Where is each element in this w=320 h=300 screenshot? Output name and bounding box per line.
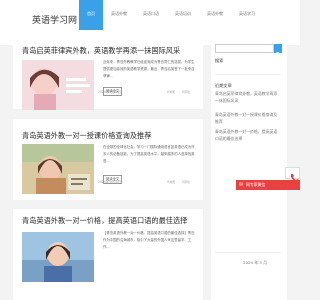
article-date: 2024年5月20日 (98, 90, 122, 94)
article-thumbnail[interactable] (22, 232, 94, 282)
search-input[interactable] (215, 44, 274, 53)
nav-item-foreign-teacher-2[interactable]: 英语外教 (199, 0, 231, 30)
sidebar-divider (215, 74, 281, 75)
wechat-consult-tag[interactable]: ✉ 网专家微信 (236, 180, 300, 190)
nav-item-foreign-teacher[interactable]: 英语外教 (103, 0, 135, 30)
article-comments[interactable]: 0评论 (182, 179, 190, 184)
article-views: 0浏览 (167, 90, 176, 94)
article-title[interactable]: 青岛英语外教一对一价格，提高英语口语的最佳选择 (22, 216, 187, 226)
article-title[interactable]: 青岛英语外教一对一授课价格查询及推荐 (22, 131, 151, 141)
wechat-consult-label: 网专家微信 (246, 182, 266, 187)
nav-item-home[interactable]: 首页 (79, 0, 103, 30)
latest-posts-heading: 近期文章 (215, 83, 232, 88)
article-excerpt: 近年来，青岛外教教学已经逐渐成为青岛同仁的选拔。为学生提供更加高效的英语教学资源… (103, 60, 195, 78)
nav-item-study[interactable]: 英语学习 (231, 0, 263, 30)
article-thumbnail[interactable] (22, 60, 94, 110)
latest-post-link[interactable]: 青岛英语外教一对一价格，提高英语口语的最佳选择 (215, 129, 281, 142)
nav-item-training[interactable]: 英语培训 (167, 0, 199, 30)
main-nav: 首页 英语外教 英语口语 英语培训 英语外教 英语学习 (79, 0, 263, 30)
chat-icon: ✉ (239, 182, 244, 188)
article-date: 2024年5月20日 (98, 180, 122, 184)
article-excerpt: 在全球的全球化社会，学习一门国际通用语言如英语已成为许多人的必备技能。为了提高英… (103, 145, 195, 163)
article-comments[interactable]: 0评论 (182, 89, 190, 94)
phone-contact-tab[interactable] (285, 167, 300, 182)
article-views: 0浏览 (167, 180, 176, 184)
search-icon (275, 51, 281, 57)
nav-item-oral-english[interactable]: 英语口语 (135, 0, 167, 30)
article-card: 青岛启英菲律宾外教，英语教学再添一抹国际风采 近年来，青岛外教教学已经逐渐成为青… (13, 36, 203, 110)
latest-post-link[interactable]: 青岛英语外教一对一授课价格查询及推荐 (215, 112, 281, 125)
article-title[interactable]: 青岛启英菲律宾外教，英语教学再添一抹国际风采 (22, 46, 180, 56)
sidebar-divider (215, 252, 281, 253)
latest-post-link[interactable]: 青岛启英菲律宾外教，英语教学再添一抹国际风采 (215, 91, 281, 104)
sidebar: 搜索 近期文章 青岛启英菲律宾外教，英语教学再添一抹国际风采 青岛英语外教一对一… (211, 36, 287, 300)
archive-link[interactable]: 2024 年 5 月 (215, 260, 267, 267)
article-card: 青岛英语外教一对一价格，提高英语口语的最佳选择 【青岛英语外教一对一价格，提高英… (13, 209, 203, 300)
article-excerpt: 【青岛英语外教一对一价格，提高英语口语的最佳选择】青岛作为中国的沿海城市，吸引了… (103, 231, 195, 249)
site-logo[interactable]: 英语学习网 (32, 13, 77, 26)
article-card: 青岛英语外教一对一授课价格查询及推荐 在全球的全球化社会，学习一门国际通用语言如… (13, 119, 203, 200)
search-button[interactable] (274, 44, 282, 57)
search-heading: 搜索 (215, 58, 224, 63)
article-thumbnail[interactable] (22, 144, 94, 194)
